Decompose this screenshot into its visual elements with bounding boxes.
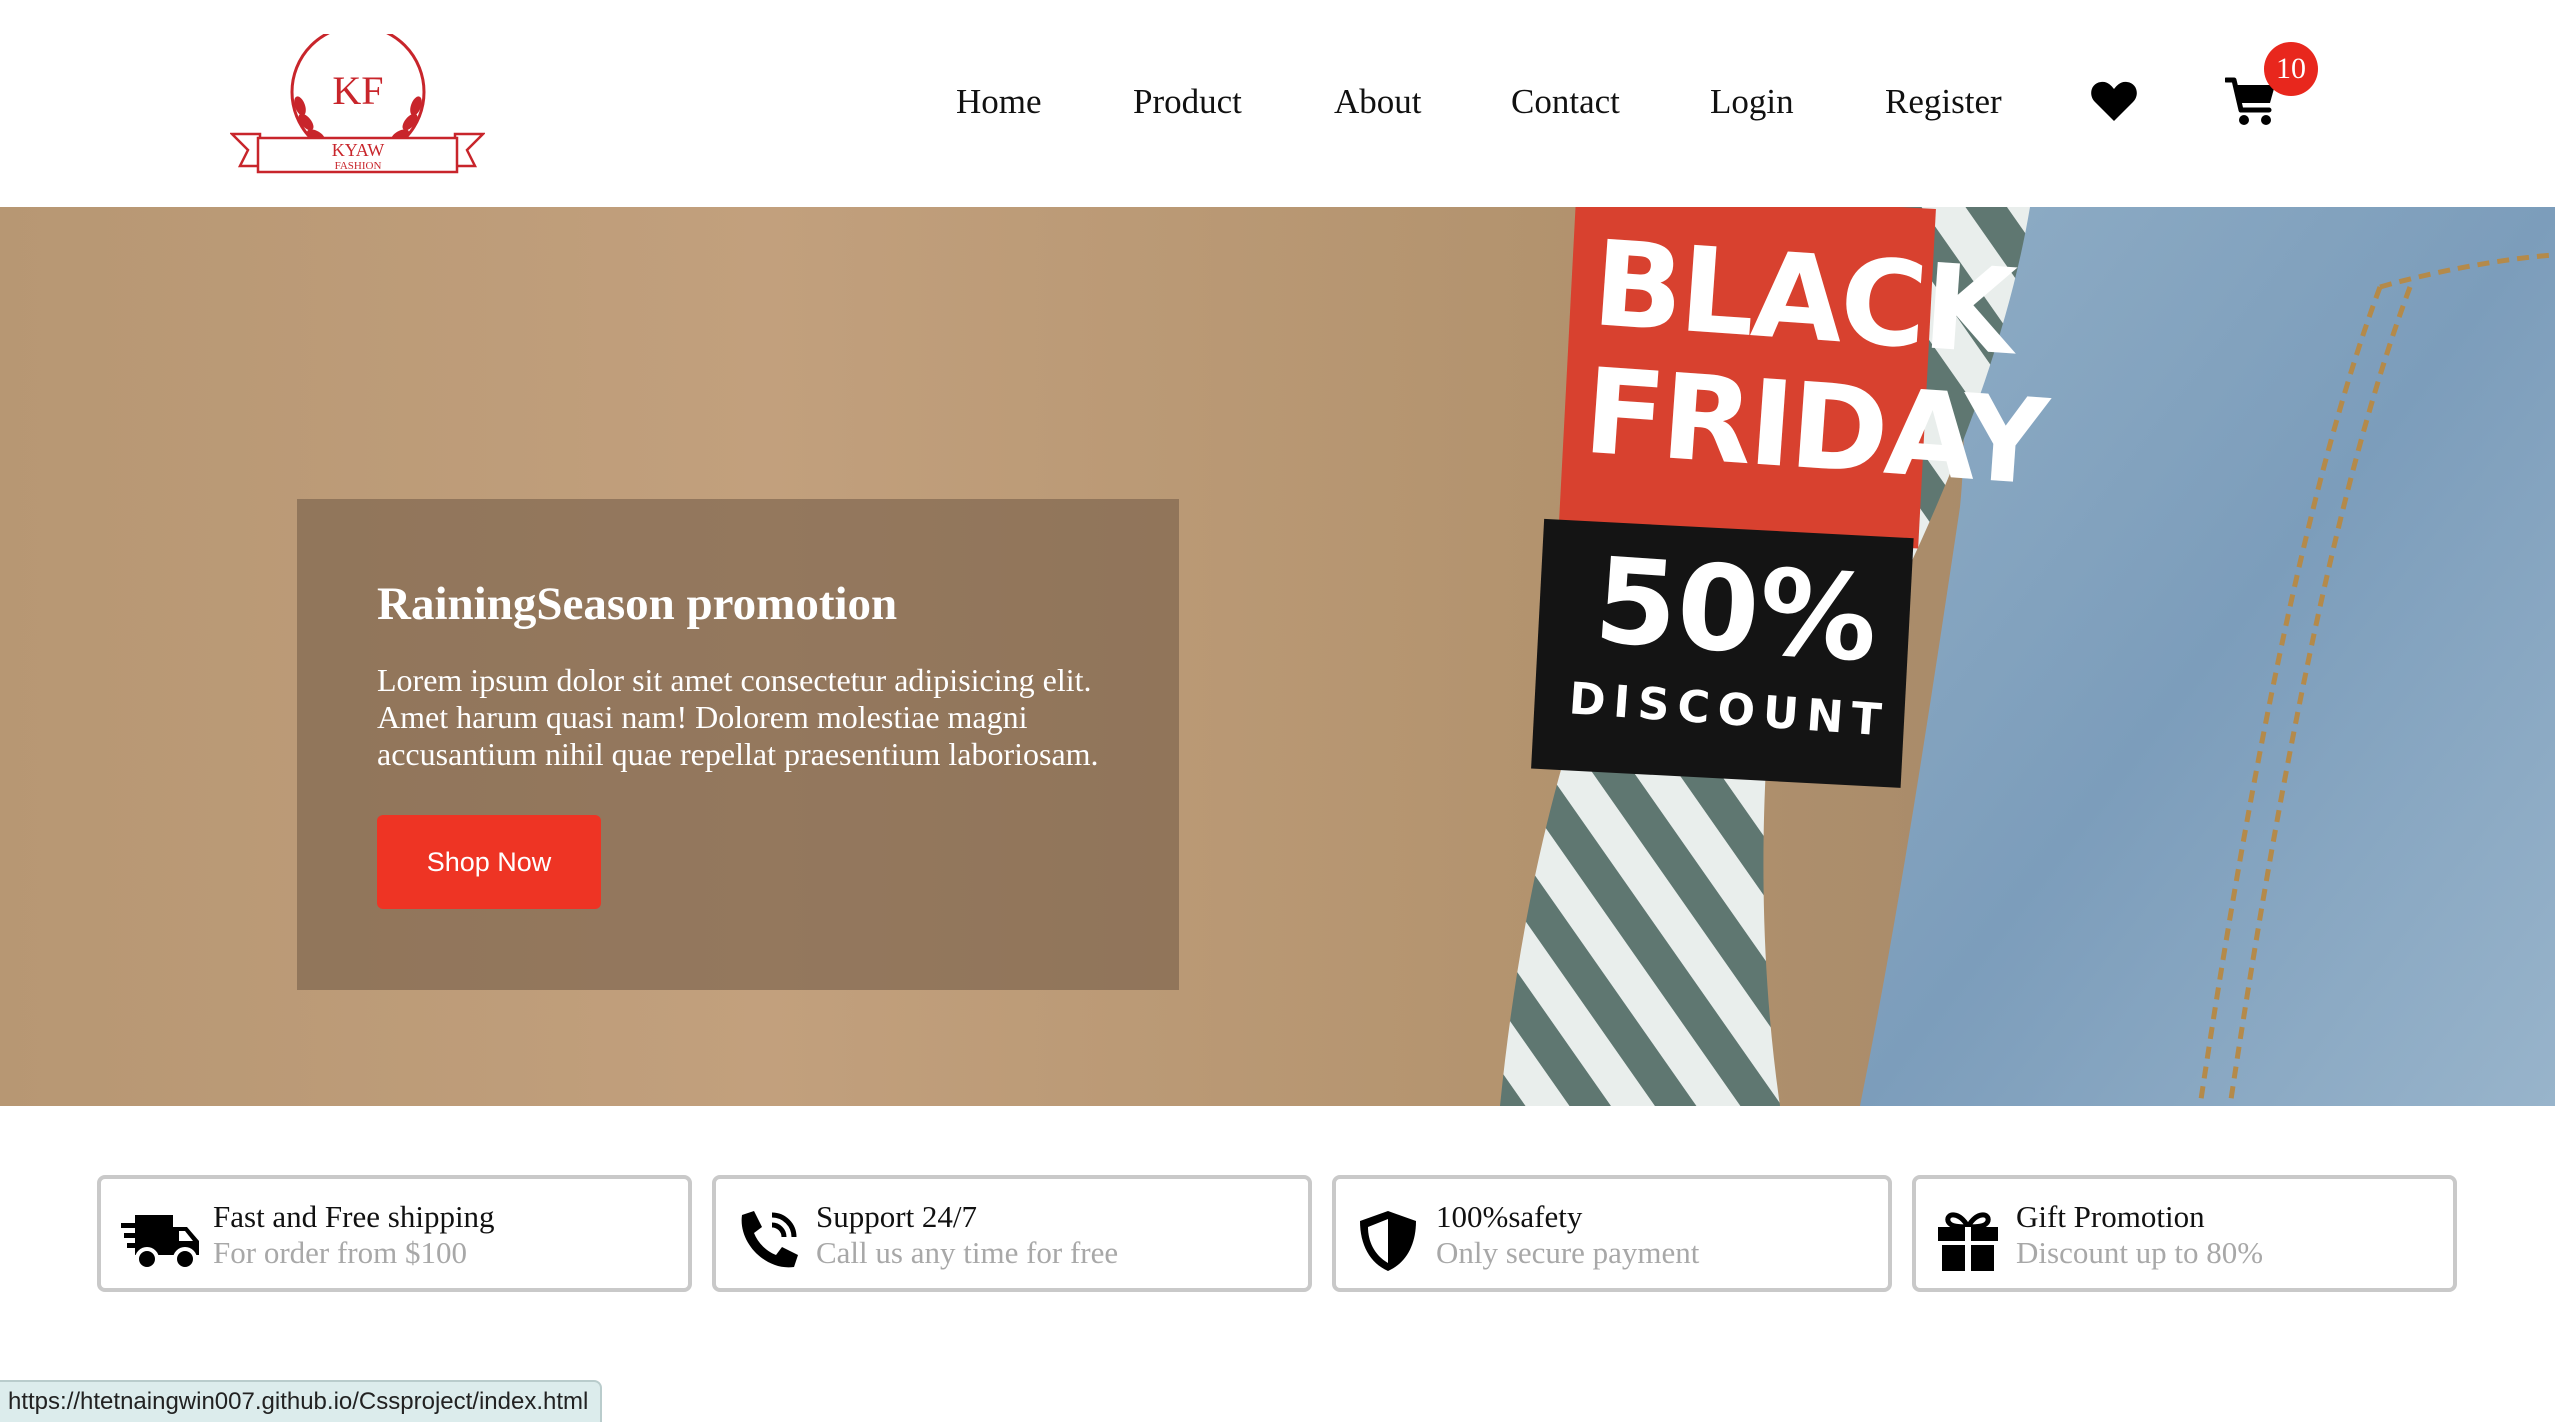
logo-name: KYAW	[332, 140, 385, 160]
heart-icon[interactable]	[2090, 80, 2138, 122]
promo-text: Lorem ipsum dolor sit amet consectetur a…	[377, 662, 1099, 772]
shop-now-button[interactable]: Shop Now	[377, 815, 601, 909]
feature-title: 100%safety	[1436, 1199, 1583, 1234]
feature-subtitle: Call us any time for free	[816, 1235, 1119, 1270]
feature-shipping: Fast and Free shipping For order from $1…	[97, 1175, 692, 1292]
brand-logo[interactable]: KF KYAW FASHION	[228, 24, 487, 176]
nav-home[interactable]: Home	[956, 72, 1042, 132]
nav-about[interactable]: About	[1334, 72, 1422, 132]
nav-product[interactable]: Product	[1133, 72, 1242, 132]
laurel-icon: KF KYAW FASHION	[228, 24, 487, 174]
shield-icon	[1356, 1209, 1420, 1271]
feature-title: Fast and Free shipping	[213, 1199, 495, 1234]
promo-card: RainingSeason promotion Lorem ipsum dolo…	[297, 499, 1179, 990]
phone-volume-icon	[736, 1209, 800, 1268]
gift-icon	[1936, 1209, 2000, 1271]
logo-tagline: FASHION	[335, 160, 382, 172]
link-status-bar: https://htetnaingwin007.github.io/Csspro…	[0, 1380, 603, 1422]
cart-count-badge: 10	[2264, 42, 2318, 96]
nav-register[interactable]: Register	[1885, 72, 2002, 132]
feature-title: Support 24/7	[816, 1199, 978, 1234]
black-friday-tag: BLACK FRIDAY 50% DISCOUNT	[1563, 214, 2050, 746]
promo-title: RainingSeason promotion	[377, 578, 898, 630]
feature-subtitle: Only secure payment	[1436, 1235, 1700, 1270]
tag-line-black: BLACK	[1588, 214, 2017, 382]
logo-monogram: KF	[332, 68, 383, 113]
tag-line-friday: FRIDAY	[1579, 341, 2050, 512]
truck-fast-icon	[121, 1209, 199, 1271]
nav-contact[interactable]: Contact	[1511, 72, 1620, 132]
feature-subtitle: Discount up to 80%	[2016, 1235, 2264, 1270]
site-header: KF KYAW FASHION Home Product About Conta…	[0, 0, 2555, 207]
hero-banner: BLACK FRIDAY 50% DISCOUNT RainingSeason …	[0, 207, 2555, 1106]
feature-subtitle: For order from $100	[213, 1235, 467, 1270]
feature-support: Support 24/7 Call us any time for free	[712, 1175, 1312, 1292]
tag-percent: 50%	[1590, 531, 1882, 689]
feature-gift: Gift Promotion Discount up to 80%	[1912, 1175, 2457, 1292]
nav-login[interactable]: Login	[1710, 72, 1794, 132]
feature-safety: 100%safety Only secure payment	[1332, 1175, 1892, 1292]
feature-title: Gift Promotion	[2016, 1199, 2205, 1234]
